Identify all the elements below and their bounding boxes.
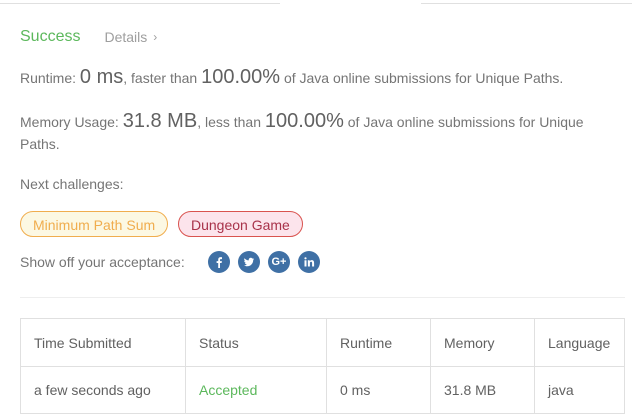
share-label: Show off your acceptance: <box>20 254 185 270</box>
cell-runtime: 0 ms <box>326 366 431 414</box>
column-header-runtime[interactable]: Runtime <box>326 318 431 367</box>
cell-status-accepted[interactable]: Accepted <box>185 366 327 414</box>
cell-time-submitted: a few seconds ago <box>20 366 186 414</box>
twitter-icon[interactable] <box>238 251 260 273</box>
tab-submissions-active[interactable] <box>282 0 419 4</box>
cell-language: java <box>534 366 625 414</box>
submissions-table: Time Submitted Status Runtime Memory Lan… <box>20 318 625 414</box>
challenge-dungeon-game[interactable]: Dungeon Game <box>178 211 303 237</box>
details-label: Details <box>104 29 148 45</box>
column-header-memory[interactable]: Memory <box>430 318 535 367</box>
runtime-value: 0 ms <box>79 66 124 88</box>
tab-description[interactable] <box>0 0 280 4</box>
result-status: Success <box>20 28 81 45</box>
runtime-comparison: , faster than <box>123 70 198 86</box>
cell-memory: 31.8 MB <box>430 366 535 414</box>
column-header-time[interactable]: Time Submitted <box>20 318 186 367</box>
next-challenges-label: Next challenges: <box>20 176 124 192</box>
table-row[interactable]: a few seconds ago Accepted 0 ms 31.8 MB … <box>20 366 625 414</box>
memory-percent: 100.00% <box>264 110 344 132</box>
challenge-minimum-path-sum[interactable]: Minimum Path Sum <box>20 211 169 237</box>
column-header-language[interactable]: Language <box>534 318 625 367</box>
share-buttons: G+ <box>208 251 320 273</box>
memory-label: Memory Usage: <box>20 114 119 130</box>
linkedin-icon[interactable] <box>298 251 320 273</box>
table-header-row: Time Submitted Status Runtime Memory Lan… <box>20 318 625 367</box>
google-plus-icon[interactable]: G+ <box>268 251 290 273</box>
details-link[interactable]: Details › <box>104 29 157 45</box>
divider <box>20 297 625 298</box>
result-header: Success Details › <box>20 27 157 47</box>
runtime-suffix: of Java online submissions for Unique Pa… <box>283 70 564 86</box>
runtime-percent: 100.00% <box>201 66 281 88</box>
memory-value: 31.8 MB <box>122 110 198 132</box>
tab-bar <box>0 0 632 4</box>
runtime-stat: Runtime: 0 ms, faster than 100.00% of Ja… <box>20 66 610 89</box>
chevron-right-icon: › <box>153 30 158 44</box>
runtime-label: Runtime: <box>20 70 77 86</box>
facebook-icon[interactable] <box>208 251 230 273</box>
column-header-status[interactable]: Status <box>185 318 327 367</box>
memory-stat: Memory Usage: 31.8 MB, less than 100.00%… <box>20 110 610 155</box>
memory-comparison: , less than <box>197 114 262 130</box>
tab-discuss[interactable] <box>421 0 632 4</box>
